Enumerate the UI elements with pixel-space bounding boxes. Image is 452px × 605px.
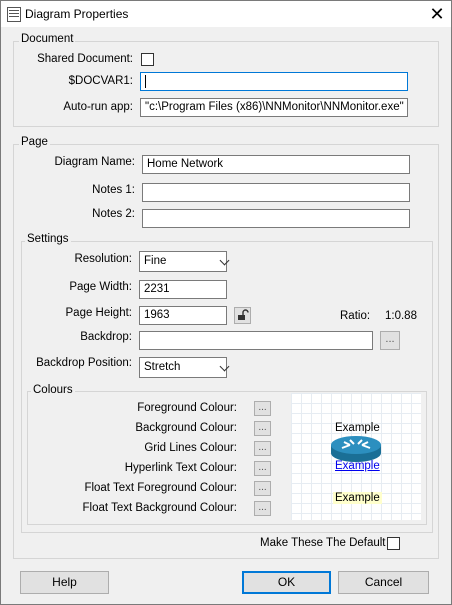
resolution-select[interactable]: Fine (139, 251, 227, 272)
document-legend: Document (19, 33, 76, 45)
backdrop-position-label: Backdrop Position: (36, 357, 132, 369)
preview-float-text: Example (333, 492, 382, 504)
docvar-label: $DOCVAR1: (68, 75, 133, 87)
docvar-input[interactable] (140, 72, 408, 91)
window-icon (7, 7, 21, 22)
page-height-label: Page Height: (65, 307, 133, 319)
preview-example-text: Example (335, 422, 380, 434)
window-title: Diagram Properties (25, 7, 129, 21)
float-text-foreground-colour-button[interactable]: ... (254, 481, 271, 496)
ok-button[interactable]: OK (242, 571, 331, 594)
notes1-input[interactable] (142, 183, 410, 202)
foreground-colour-label: Foreground Colour: (137, 402, 237, 414)
shared-document-checkbox[interactable] (141, 53, 154, 66)
background-colour-button[interactable]: ... (254, 421, 271, 436)
backdrop-browse-button[interactable]: ... (380, 331, 400, 350)
backdrop-position-select[interactable]: Stretch (139, 357, 227, 378)
autorun-input[interactable]: "c:\Program Files (x86)\NNMonitor\NNMoni… (140, 98, 408, 117)
colour-preview: Example Example Example (291, 393, 421, 520)
resolution-label: Resolution: (74, 253, 132, 265)
float-text-foreground-colour-label: Float Text Foreground Colour: (84, 482, 237, 494)
text-caret (145, 75, 146, 88)
close-button[interactable]: ✕ (425, 2, 449, 26)
notes2-label: Notes 2: (92, 208, 135, 220)
shared-document-label: Shared Document: (37, 53, 133, 65)
make-default-checkbox[interactable] (387, 537, 400, 550)
ratio-label: Ratio: (340, 310, 371, 322)
ratio-value: 1:0.88 (385, 310, 417, 322)
background-colour-label: Background Colour: (135, 422, 237, 434)
settings-legend: Settings (25, 233, 71, 245)
preview-hyperlink: Example (335, 460, 380, 472)
cancel-button[interactable]: Cancel (338, 571, 429, 594)
foreground-colour-button[interactable]: ... (254, 401, 271, 416)
hyperlink-text-colour-button[interactable]: ... (254, 461, 271, 476)
grid-lines-colour-label: Grid Lines Colour: (144, 442, 237, 454)
backdrop-position-value: Stretch (144, 361, 181, 373)
page-width-input[interactable]: 2231 (139, 280, 227, 299)
title-bar[interactable]: Diagram Properties ✕ (1, 1, 451, 27)
diagram-name-label: Diagram Name: (54, 156, 135, 168)
lock-ratio-button[interactable] (234, 307, 251, 324)
diagram-name-input[interactable]: Home Network (142, 155, 410, 174)
padlock-icon (238, 309, 249, 320)
grid-lines-colour-button[interactable]: ... (254, 441, 271, 456)
router-icon (331, 436, 381, 462)
page-legend: Page (19, 136, 50, 148)
backdrop-input[interactable] (139, 331, 373, 350)
float-text-background-colour-button[interactable]: ... (254, 501, 271, 516)
colours-legend: Colours (31, 384, 75, 396)
hyperlink-text-colour-label: Hyperlink Text Colour: (124, 462, 237, 474)
help-button[interactable]: Help (20, 571, 109, 594)
make-default-label: Make These The Default (260, 537, 386, 549)
notes1-label: Notes 1: (92, 184, 135, 196)
page-width-label: Page Width: (69, 281, 132, 293)
float-text-background-colour-label: Float Text Background Colour: (82, 502, 237, 514)
page-height-input[interactable]: 1963 (139, 306, 227, 325)
notes2-input[interactable] (142, 209, 410, 228)
backdrop-label: Backdrop: (80, 331, 132, 343)
resolution-value: Fine (144, 255, 167, 267)
autorun-label: Auto-run app: (63, 101, 133, 113)
